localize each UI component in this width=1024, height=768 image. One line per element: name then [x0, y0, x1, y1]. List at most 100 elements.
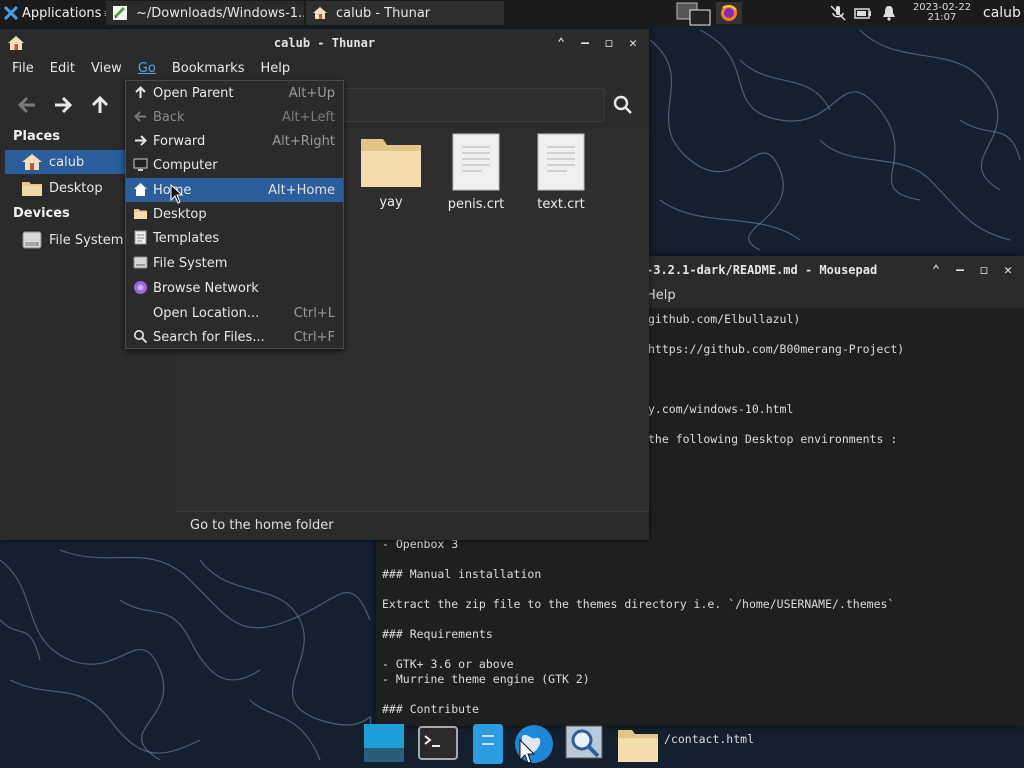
menu-item-file-system[interactable]: File System	[126, 251, 343, 275]
editor-line: - Murrine theme engine (GTK 2)	[382, 672, 590, 686]
network-icon	[134, 281, 147, 294]
menu-item-computer[interactable]: Computer	[126, 153, 343, 177]
taskbar-item-mousepad[interactable]: ~/Downloads/Windows-1...	[106, 1, 304, 25]
search-icon	[134, 330, 148, 344]
editor-line: - GTK+ 3.6 or above	[382, 657, 514, 671]
applications-menu-button[interactable]: Applications ≡	[0, 0, 119, 26]
location-entry[interactable]	[340, 88, 605, 122]
menu-go[interactable]: Go	[130, 57, 164, 81]
workspace-switcher[interactable]	[676, 2, 712, 26]
menu-item-back[interactable]: Back Alt+Left	[126, 105, 343, 129]
maximize-up-icon[interactable]: ⌃	[553, 35, 569, 51]
menu-help[interactable]: Help	[646, 288, 676, 303]
arrow-left-icon	[134, 111, 146, 122]
file-manager-icon[interactable]	[466, 722, 510, 766]
file-name: text.crt	[537, 197, 585, 212]
arrow-right-icon	[135, 135, 147, 146]
menu-item-templates[interactable]: Templates	[126, 226, 343, 250]
back-arrow-icon[interactable]	[15, 93, 39, 117]
minimize-icon[interactable]: —	[577, 35, 593, 51]
status-bar: Go to the home folder	[176, 511, 649, 540]
file-name: yay	[379, 195, 403, 210]
menu-help[interactable]: Help	[252, 57, 298, 81]
menu-item-open-parent[interactable]: Open Parent Alt+Up	[126, 81, 343, 105]
terminal-icon[interactable]	[416, 722, 460, 766]
menu-item-open-location[interactable]: Open Location... Ctrl+L	[126, 301, 343, 325]
taskbar-item-thunar[interactable]: calub - Thunar	[306, 1, 504, 25]
menu-view[interactable]: View	[83, 57, 130, 81]
maximize-icon[interactable]: ◻	[601, 35, 617, 51]
app-finder-icon[interactable]	[562, 722, 606, 766]
editor-line: /contact.html	[664, 732, 755, 746]
document-icon	[537, 133, 585, 191]
thunar-titlebar[interactable]: calub - Thunar ⌃ — ◻ ✕	[0, 29, 649, 57]
maximize-up-icon[interactable]: ⌃	[928, 262, 944, 278]
web-browser-icon[interactable]	[512, 722, 556, 766]
folder-icon[interactable]	[616, 722, 660, 766]
dock	[358, 720, 664, 768]
editor-line: https://github.com/B00merang-Project)	[648, 342, 905, 356]
home-icon	[22, 154, 42, 170]
sidebar-item-label: File System	[49, 232, 124, 248]
close-icon[interactable]: ✕	[1000, 262, 1016, 278]
search-icon[interactable]	[611, 93, 635, 117]
panel-user-name[interactable]: calub	[983, 5, 1021, 21]
editor-line: Extract the zip file to the themes direc…	[382, 597, 895, 611]
menu-edit[interactable]: Edit	[42, 57, 83, 81]
file-name: penis.crt	[447, 197, 505, 212]
panel-clock[interactable]: 2023-02-22 21:07	[906, 3, 978, 23]
menu-item-forward[interactable]: Forward Alt+Right	[126, 129, 343, 153]
home-icon	[8, 36, 24, 50]
xfce-logo-icon	[4, 6, 18, 20]
editor-line: github.com/Elbullazul)	[648, 312, 801, 326]
editor-line: y.com/windows-10.html	[648, 402, 794, 416]
firefox-icon[interactable]	[716, 2, 742, 24]
mousepad-title: -3.2.1-dark/README.md - Mousepad	[646, 263, 878, 277]
home-icon	[134, 183, 147, 196]
thunar-menubar: File Edit View Go Bookmarks Help	[0, 57, 649, 81]
places-header: Places	[13, 129, 61, 144]
folder-icon	[134, 209, 147, 219]
drive-icon	[22, 231, 42, 249]
menu-item-desktop[interactable]: Desktop	[126, 202, 343, 226]
clock-time: 21:07	[927, 12, 957, 23]
taskbar-item-label: ~/Downloads/Windows-1...	[136, 5, 304, 21]
show-desktop-icon[interactable]	[362, 722, 406, 766]
file-item-text-crt[interactable]: text.crt	[521, 133, 601, 212]
thunar-title: calub - Thunar	[273, 36, 376, 50]
drive-icon	[133, 256, 148, 269]
close-icon[interactable]: ✕	[625, 35, 641, 51]
up-arrow-icon[interactable]	[88, 93, 112, 117]
menu-item-browse-network[interactable]: Browse Network	[126, 276, 343, 300]
menu-file[interactable]: File	[4, 57, 42, 81]
mouse-pointer-icon	[170, 184, 184, 204]
templates-icon	[134, 230, 147, 245]
editor-line: ### Contribute	[382, 702, 479, 716]
mic-muted-icon[interactable]	[828, 3, 848, 23]
maximize-icon[interactable]: ◻	[976, 262, 992, 278]
sidebar-item-label: Desktop	[49, 180, 103, 196]
sidebar-item-label: calub	[49, 154, 85, 170]
applications-label: Applications	[22, 5, 102, 21]
menu-bookmarks[interactable]: Bookmarks	[164, 57, 253, 81]
file-item-yay[interactable]: yay	[351, 133, 431, 210]
menu-item-search-for-files[interactable]: Search for Files... Ctrl+F	[126, 325, 343, 349]
folder-icon	[361, 139, 421, 187]
document-icon	[452, 133, 500, 191]
devices-header: Devices	[13, 206, 70, 221]
editor-line: ### Manual installation	[382, 567, 542, 581]
go-menu-dropdown: Open Parent Alt+Up Back Alt+Left Forward…	[125, 80, 344, 349]
minimize-icon[interactable]: —	[952, 262, 968, 278]
battery-icon[interactable]	[853, 3, 873, 23]
folder-icon	[22, 182, 42, 196]
forward-arrow-icon[interactable]	[51, 93, 75, 117]
text-editor-icon	[113, 6, 127, 20]
taskbar-item-label: calub - Thunar	[336, 5, 431, 21]
home-icon	[313, 7, 327, 19]
menu-item-home[interactable]: Home Alt+Home	[126, 178, 343, 202]
editor-line: the following Desktop environments :	[648, 432, 898, 446]
editor-line: ### Requirements	[382, 627, 493, 641]
arrow-up-icon	[135, 86, 146, 98]
file-item-penis-crt[interactable]: penis.crt	[436, 133, 516, 212]
notification-bell-icon[interactable]	[879, 3, 899, 23]
